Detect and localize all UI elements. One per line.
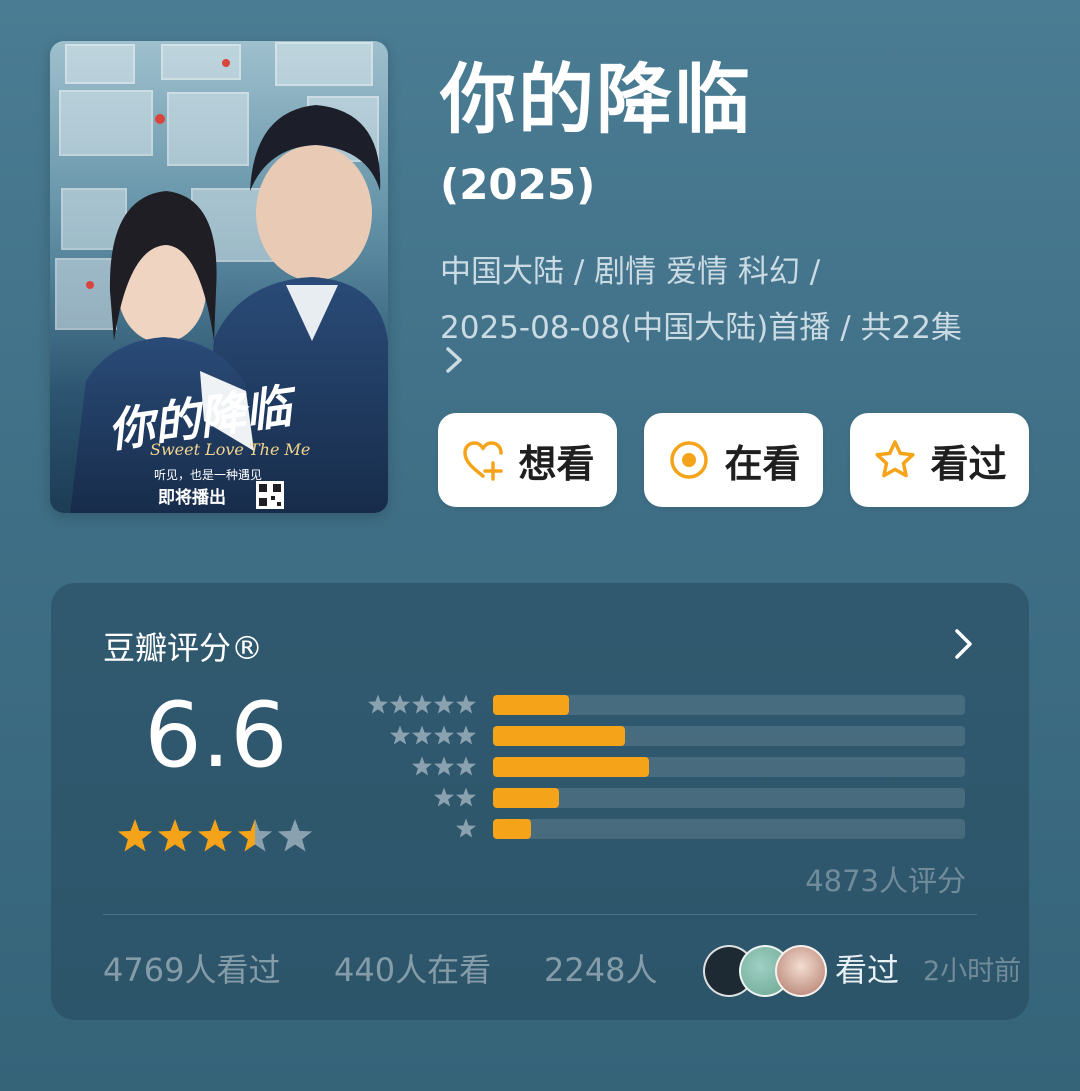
star-icon [456,756,476,776]
star-icon [456,694,476,714]
target-circle-icon [670,441,709,479]
distribution-bar-track [493,819,965,839]
distribution-row-3-star [359,756,969,777]
poster-image[interactable]: 你的降临 Sweet Love The Me 听见，也是一种遇见 即将播出 [50,41,388,513]
poster-coming-text: 即将播出 [158,487,226,508]
release-year: (2025) [440,160,596,209]
friend-activity-label: 看过 [835,951,900,989]
rating-star-icon [197,819,233,852]
watching-count[interactable]: 440人在看 [334,945,491,995]
star-level-icon [390,725,476,745]
distribution-bar-track [493,695,965,715]
rating-star-icon [277,819,313,852]
star-icon [412,725,432,745]
page-title: 你的降临 [440,55,752,144]
meta-region-genre: 中国大陆 / 剧情 爱情 科幻 / [440,254,821,290]
star-icon [390,725,410,745]
star-level-icon [368,694,476,714]
star-outline-icon [875,440,916,478]
friend-activity-time: 2小时前 [923,956,1022,987]
watch-stats: 4769人看过 440人在看 2248人 看过 2小时前 [103,945,1021,997]
star-icon [456,725,476,745]
chevron-right-icon[interactable] [951,625,977,663]
movie-meta[interactable]: 中国大陆 / 剧情 爱情 科幻 / 2025-08-08(中国大陆)首播 / 共… [440,244,1040,356]
avatar [775,945,827,997]
star-icon [456,818,476,838]
distribution-row-4-star [359,725,969,746]
distribution-bar-fill [493,819,531,839]
meta-release-episodes: 2025-08-08(中国大陆)首播 / 共22集 [440,310,962,346]
heart-plus-icon [463,441,504,481]
distribution-bar-track [493,726,965,746]
rating-stars [117,819,313,852]
star-icon [434,694,454,714]
rating-score: 6.6 [144,683,288,788]
distribution-row-5-star [359,694,969,715]
rating-star-icon [157,819,193,852]
chevron-right-icon[interactable] [440,340,470,380]
star-level-icon [434,787,476,807]
star-icon [434,787,454,807]
distribution-bar-fill [493,757,649,777]
action-buttons: 想看 在看 看过 [438,413,1030,507]
rating-title: 豆瓣评分® [103,629,264,667]
star-icon [412,694,432,714]
star-icon [434,756,454,776]
want-to-watch-label: 想看 [518,441,595,486]
watched-label: 看过 [930,441,1007,486]
watched-count[interactable]: 4769人看过 [103,945,280,995]
friend-avatars[interactable] [703,945,827,997]
star-icon [368,694,388,714]
want-to-watch-button[interactable]: 想看 [438,413,617,507]
distribution-bar-fill [493,726,626,746]
distribution-row-1-star [359,818,969,839]
star-icon [434,725,454,745]
watching-label: 在看 [724,441,801,486]
distribution-bar-fill [493,695,569,715]
star-icon [456,787,476,807]
star-icon [390,694,410,714]
rating-star-icon [237,819,273,852]
distribution-bar-track [493,757,965,777]
rating-count[interactable]: 4873人评分 [805,858,966,900]
watching-button[interactable]: 在看 [644,413,823,507]
star-level-icon [456,818,476,838]
poster-script-text: Sweet Love The Me [150,440,310,459]
rating-star-icon [117,819,153,852]
want-count[interactable]: 2248人 [544,945,657,995]
divider [103,914,977,915]
star-level-icon [412,756,476,776]
poster-tagline: 听见，也是一种遇见 [154,468,262,482]
distribution-bar-track [493,788,965,808]
distribution-row-2-star [359,787,969,808]
watched-button[interactable]: 看过 [850,413,1029,507]
star-icon [412,756,432,776]
rating-card: 豆瓣评分® 6.6 4873人评分 4769人看过 440人在看 2248人 看… [51,583,1029,1020]
distribution-bar-fill [493,788,560,808]
